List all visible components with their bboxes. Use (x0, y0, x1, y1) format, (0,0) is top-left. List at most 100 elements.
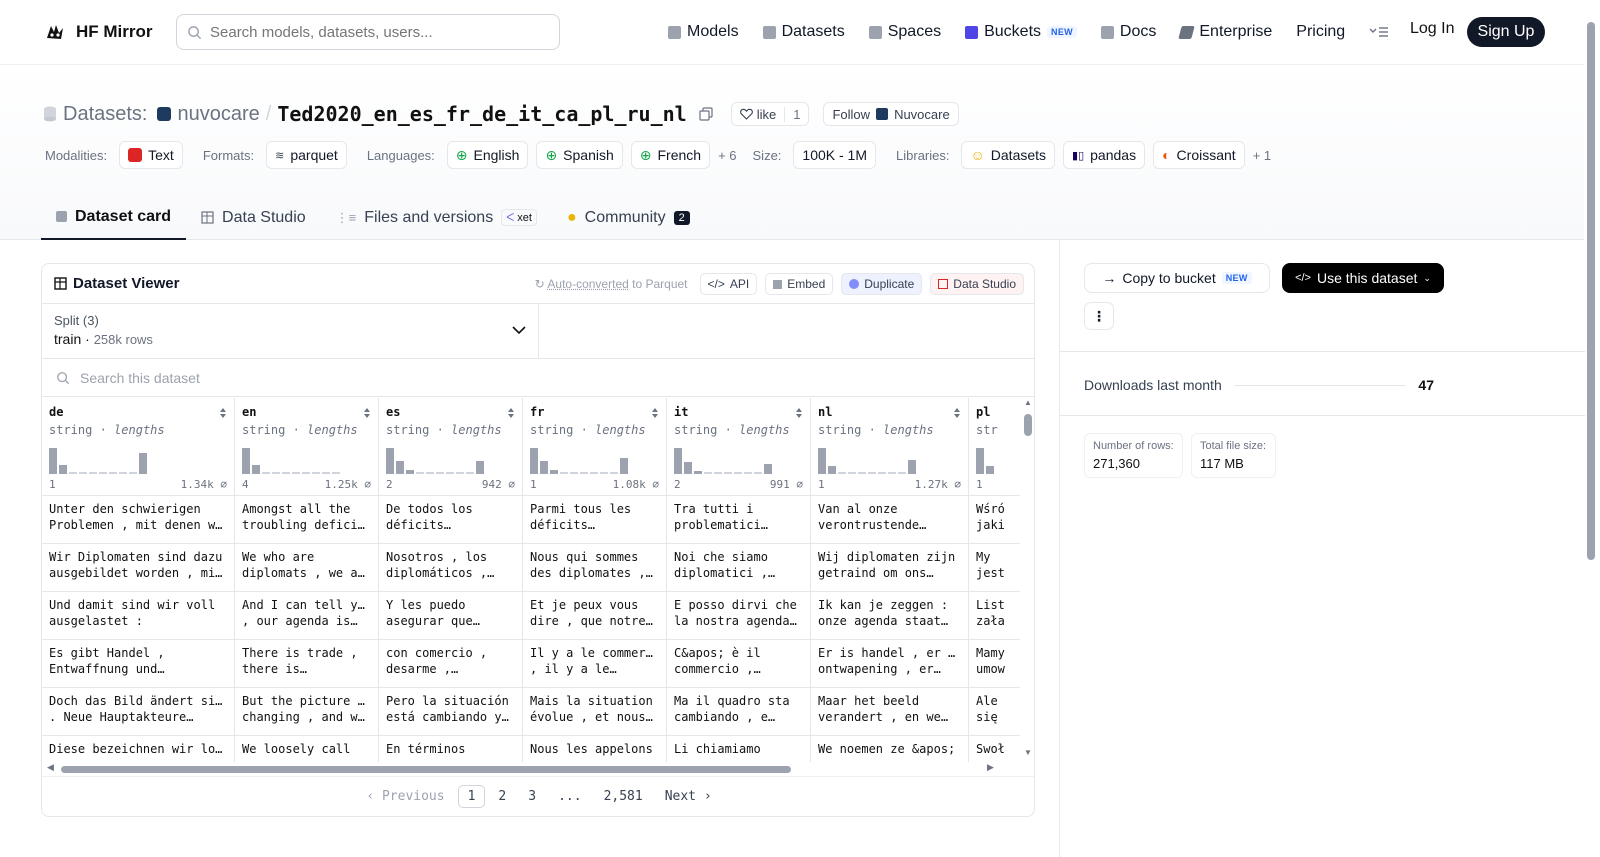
table-cell-de[interactable]: Wir Diplomaten sind dazu ausgebildet word… (42, 544, 235, 592)
languages-more[interactable]: + 6 (718, 148, 736, 163)
sort-icon[interactable] (507, 407, 515, 419)
global-search[interactable] (176, 14, 560, 50)
tab-dataset-card[interactable]: Dataset card (41, 195, 187, 240)
table-cell-de[interactable]: Unter den schwierigen Problemen , mit den… (42, 496, 235, 544)
histogram-bar[interactable] (386, 448, 394, 474)
histogram-bar[interactable] (242, 448, 250, 474)
histogram-bar[interactable] (898, 472, 906, 474)
histogram-bar[interactable] (694, 471, 702, 474)
histogram-bar[interactable] (292, 472, 300, 474)
dataset-search[interactable]: Search this dataset (42, 359, 1034, 397)
table-cell-de[interactable]: Es gibt Handel , Entwaffnung und… (42, 640, 235, 688)
table-cell-nl[interactable]: Van al onze verontrustende… (811, 496, 969, 544)
histogram-bar[interactable] (828, 466, 836, 474)
column-header-fr[interactable]: fr string · lengths 1 1.08k ⌀ (523, 398, 667, 496)
length-histogram[interactable] (976, 448, 994, 474)
prev-page-button[interactable]: ‹ Previous (357, 786, 453, 807)
table-cell-nl[interactable]: Maar het beeld verandert , en we… (811, 688, 969, 736)
length-histogram[interactable] (242, 448, 340, 474)
table-cell-fr[interactable]: Nous qui sommes des diplomates ,… (523, 544, 667, 592)
histogram-bar[interactable] (466, 472, 474, 474)
length-histogram[interactable] (530, 448, 628, 474)
histogram-bar[interactable] (818, 448, 826, 474)
histogram-bar[interactable] (714, 472, 722, 474)
table-vertical-scrollbar[interactable]: ▲ ▼ (1021, 398, 1034, 762)
table-cell-fr[interactable]: Parmi tous les déficits… (523, 496, 667, 544)
language-tag-spanish[interactable]: ⊕ Spanish (536, 141, 623, 169)
sort-icon[interactable] (795, 407, 803, 419)
signup-button[interactable]: Sign Up (1467, 17, 1545, 47)
table-cell-pl[interactable]: Ale się (969, 688, 1020, 736)
histogram-bar[interactable] (129, 472, 137, 474)
histogram-bar[interactable] (426, 472, 434, 474)
tab-data-studio[interactable]: Data Studio (186, 195, 321, 240)
histogram-bar[interactable] (764, 464, 772, 474)
histogram-bar[interactable] (272, 472, 280, 474)
size-tag[interactable]: 100K - 1M (793, 141, 877, 169)
column-header-pl[interactable]: pl str 1 (969, 398, 1020, 496)
histogram-bar[interactable] (322, 472, 330, 474)
histogram-bar[interactable] (610, 472, 618, 474)
histogram-bar[interactable] (868, 472, 876, 474)
sort-icon[interactable] (219, 407, 227, 419)
duplicate-button[interactable]: Duplicate (841, 273, 923, 295)
nav-models[interactable]: Models (668, 18, 739, 46)
table-cell-pl[interactable]: Swoł (969, 736, 1020, 762)
histogram-bar[interactable] (580, 472, 588, 474)
api-button[interactable]: </> API (699, 273, 758, 295)
table-cell-it[interactable]: Tra tutti i problematici… (667, 496, 811, 544)
table-cell-pl[interactable]: My jest (969, 544, 1020, 592)
table-cell-de[interactable]: Doch das Bild ändert sich . Neue Hauptakt… (42, 688, 235, 736)
table-cell-pl[interactable]: List zała (969, 592, 1020, 640)
search-input[interactable] (210, 23, 540, 41)
sort-icon[interactable] (953, 407, 961, 419)
column-header-en[interactable]: en string · lengths 4 1.25k ⌀ (235, 398, 379, 496)
histogram-bar[interactable] (838, 472, 846, 474)
histogram-bar[interactable] (744, 472, 752, 474)
table-cell-pl[interactable]: Wśró jaki (969, 496, 1020, 544)
table-cell-nl[interactable]: Wij diplomaten zijn getraind om ons… (811, 544, 969, 592)
table-cell-nl[interactable]: Er is handel , er is ontwapening , er… (811, 640, 969, 688)
histogram-bar[interactable] (119, 472, 127, 474)
column-header-nl[interactable]: nl string · lengths 1 1.27k ⌀ (811, 398, 969, 496)
histogram-bar[interactable] (99, 472, 107, 474)
length-histogram[interactable] (674, 448, 772, 474)
library-tag-datasets[interactable]: ☺ Datasets (961, 141, 1056, 169)
table-cell-it[interactable]: C&apos; è il commercio ,… (667, 640, 811, 688)
table-cell-en[interactable]: And I can tell you , our agenda is… (235, 592, 379, 640)
embed-button[interactable]: Embed (765, 273, 834, 295)
column-header-es[interactable]: es string · lengths 2 942 ⌀ (379, 398, 523, 496)
histogram-bar[interactable] (560, 472, 568, 474)
table-cell-fr[interactable]: Il y a le commerce , il y a le… (523, 640, 667, 688)
dataset-search-input[interactable]: Search this dataset (80, 370, 200, 386)
sort-icon[interactable] (651, 407, 659, 419)
table-cell-en[interactable]: But the picture is changing , and we… (235, 688, 379, 736)
language-tag-english[interactable]: ⊕ English (446, 141, 529, 169)
histogram-bar[interactable] (416, 472, 424, 474)
table-cell-fr[interactable]: Nous les appelons (523, 736, 667, 762)
length-histogram[interactable] (49, 448, 147, 474)
length-histogram[interactable] (386, 448, 484, 474)
histogram-bar[interactable] (476, 461, 484, 474)
histogram-bar[interactable] (69, 472, 77, 474)
histogram-bar[interactable] (252, 465, 260, 474)
histogram-bar[interactable] (89, 472, 97, 474)
histogram-bar[interactable] (446, 472, 454, 474)
histogram-bar[interactable] (878, 472, 886, 474)
histogram-bar[interactable] (49, 448, 57, 474)
table-cell-en[interactable]: There is trade , there is… (235, 640, 379, 688)
histogram-bar[interactable] (908, 460, 916, 474)
dataset-owner[interactable]: nuvocare (177, 103, 259, 126)
histogram-bar[interactable] (302, 472, 310, 474)
follow-button[interactable]: Follow Nuvocare (823, 102, 959, 126)
table-cell-pl[interactable]: Mamy umow (969, 640, 1020, 688)
table-cell-it[interactable]: Noi che siamo diplomatici ,… (667, 544, 811, 592)
page-scrollbar-thumb[interactable] (1587, 22, 1595, 560)
histogram-bar[interactable] (724, 472, 732, 474)
page-1-button[interactable]: 1 (457, 785, 486, 808)
vertical-scroll-thumb[interactable] (1024, 414, 1032, 436)
table-horizontal-scrollbar[interactable]: ◀ ▶ (47, 762, 1015, 776)
histogram-bar[interactable] (530, 448, 538, 474)
nav-more-menu[interactable] (1369, 18, 1389, 46)
table-cell-it[interactable]: Li chiamiamo (667, 736, 811, 762)
